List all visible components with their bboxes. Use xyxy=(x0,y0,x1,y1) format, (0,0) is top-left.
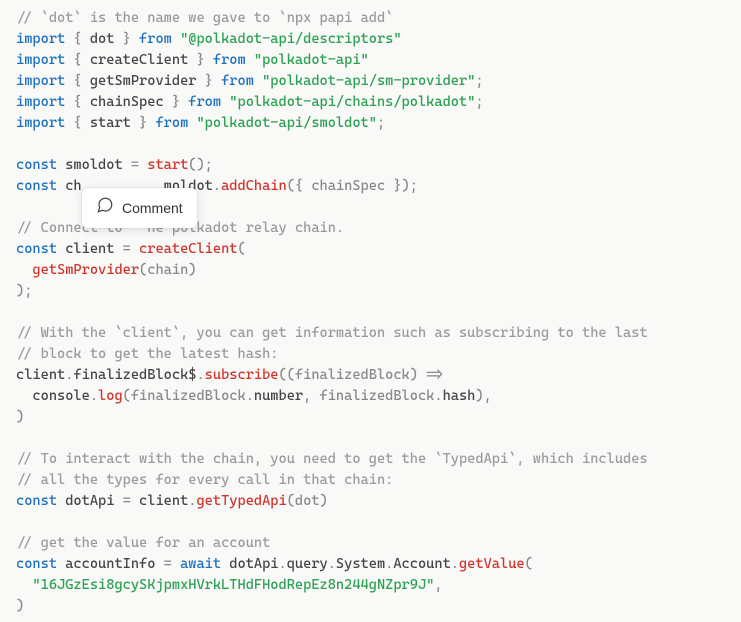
code-block[interactable]: // `dot` is the name we gave to `npx pap… xyxy=(16,8,725,617)
kw-import: import xyxy=(16,31,65,47)
comment-icon xyxy=(96,196,114,220)
comment: // `dot` is the name we gave to `npx pap… xyxy=(16,10,393,26)
comment-label: Comment xyxy=(122,198,183,219)
comment-tooltip[interactable]: Comment xyxy=(82,188,197,228)
